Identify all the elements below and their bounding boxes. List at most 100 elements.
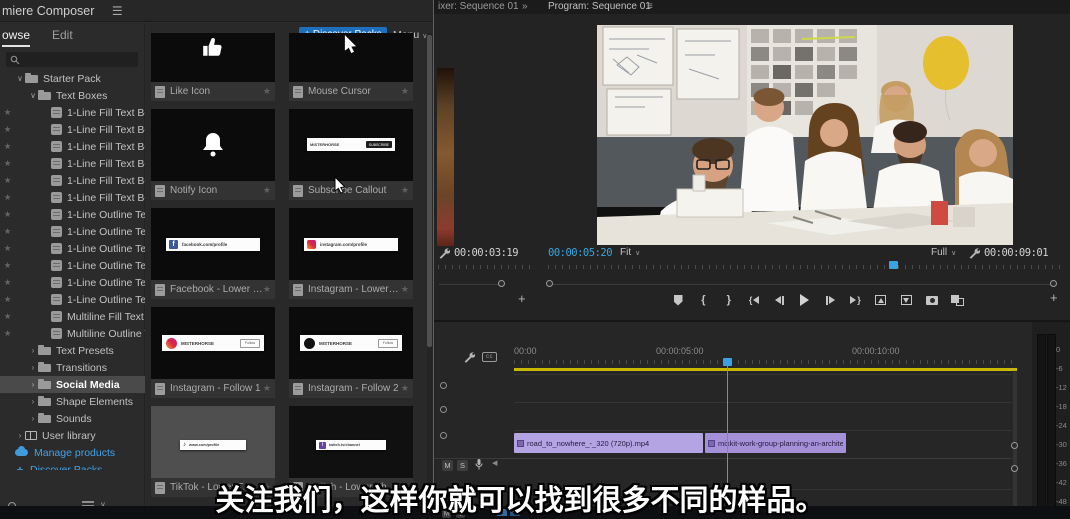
- lift-button[interactable]: [875, 293, 887, 307]
- source-add-button[interactable]: +: [518, 291, 526, 306]
- grid-scrollbar[interactable]: [427, 33, 432, 519]
- star-icon[interactable]: ★: [0, 141, 15, 152]
- chevron-right-icon[interactable]: ›: [28, 380, 38, 389]
- star-icon[interactable]: ★: [0, 107, 15, 118]
- tab-source-monitor[interactable]: ixer: Sequence 01: [438, 1, 519, 12]
- track-target-icon[interactable]: [440, 432, 447, 439]
- panel-overflow-icon[interactable]: »: [522, 1, 528, 12]
- sidebar-item-social-media[interactable]: ›Social Media: [0, 376, 145, 393]
- sidebar-item-1-line-fill-text-box-3[interactable]: ★1-Line Fill Text Box 3...: [0, 189, 145, 206]
- star-icon[interactable]: ★: [401, 86, 409, 97]
- preset-thumbnail[interactable]: ttwitch.tv/channel: [289, 406, 413, 478]
- sidebar-item-1-line-fill-text-box-1[interactable]: ★1-Line Fill Text Box 1...: [0, 104, 145, 121]
- mark-in-button[interactable]: {: [697, 293, 709, 307]
- chevron-right-icon[interactable]: ›: [28, 397, 38, 406]
- preset-thumbnail[interactable]: MISTERHORSEFollow: [289, 307, 413, 379]
- preset-thumbnail[interactable]: [151, 33, 275, 82]
- export-frame-button[interactable]: [926, 293, 938, 307]
- star-icon[interactable]: ★: [0, 226, 15, 237]
- timeline-playhead[interactable]: [723, 358, 732, 366]
- preset-card-facebook-lower-third[interactable]: ffacebook.com/profileFacebook - Lower Th…: [151, 208, 275, 299]
- program-scroll-track[interactable]: [550, 284, 1054, 285]
- sidebar-item-sounds[interactable]: ›Sounds: [0, 410, 145, 427]
- star-icon[interactable]: ★: [0, 124, 15, 135]
- star-icon[interactable]: ★: [263, 284, 271, 295]
- chevron-right-icon[interactable]: ›: [28, 363, 38, 372]
- sidebar-item-manage-products[interactable]: Manage products: [0, 444, 145, 461]
- program-timecode[interactable]: 00:00:05:20: [548, 247, 612, 259]
- program-out-timecode[interactable]: 00:00:09:01: [984, 247, 1048, 259]
- tab-browse[interactable]: owse: [2, 28, 30, 47]
- step-back-button[interactable]: [773, 293, 785, 307]
- play-button[interactable]: [799, 293, 811, 307]
- sidebar-item-1-line-outline-text[interactable]: ★1-Line Outline Text ...: [0, 223, 145, 240]
- timeline-scroll-knob[interactable]: [1011, 442, 1018, 449]
- sidebar-item-1-line-outline-text[interactable]: ★1-Line Outline Text ...: [0, 274, 145, 291]
- preset-thumbnail[interactable]: ffacebook.com/profile: [151, 208, 275, 280]
- work-area-bar[interactable]: [514, 368, 1017, 371]
- sidebar-item-multiline-fill-text-bo[interactable]: ★Multiline Fill Text Bo...: [0, 308, 145, 325]
- scrollbar-thumb[interactable]: [427, 35, 432, 347]
- chevron-down-icon[interactable]: ∨: [28, 91, 38, 100]
- sidebar-item-1-line-fill-text-box-1[interactable]: ★1-Line Fill Text Box 1...: [0, 121, 145, 138]
- wrench-icon[interactable]: [968, 247, 980, 259]
- comparison-view-button[interactable]: [951, 293, 964, 307]
- sidebar-item-1-line-fill-text-box-2[interactable]: ★1-Line Fill Text Box 2...: [0, 155, 145, 172]
- sidebar-item-shape-elements[interactable]: ›Shape Elements: [0, 393, 145, 410]
- preset-card-notify-icon[interactable]: Notify Icon★: [151, 109, 275, 200]
- star-icon[interactable]: ★: [263, 86, 271, 97]
- sidebar-item-1-line-outline-text[interactable]: ★1-Line Outline Text ...: [0, 257, 145, 274]
- program-scroll-knob-right[interactable]: [1050, 280, 1057, 287]
- program-scroll-knob-left[interactable]: [546, 280, 553, 287]
- search-input[interactable]: [6, 52, 138, 67]
- timeline-ruler[interactable]: [514, 360, 1012, 364]
- sidebar-item-transitions[interactable]: ›Transitions: [0, 359, 145, 376]
- sidebar-item-multiline-outline-te[interactable]: ★Multiline Outline Te...: [0, 325, 145, 342]
- preset-thumbnail[interactable]: [151, 109, 275, 181]
- star-icon[interactable]: ★: [0, 158, 15, 169]
- tab-edit[interactable]: Edit: [52, 28, 73, 42]
- preset-card-instagram-follow-2[interactable]: MISTERHORSEFollowInstagram - Follow 2★: [289, 307, 413, 398]
- program-add-button[interactable]: +: [1050, 290, 1058, 305]
- star-icon[interactable]: ★: [0, 277, 15, 288]
- sidebar-item-1-line-fill-text-box-3[interactable]: ★1-Line Fill Text Box 3...: [0, 172, 145, 189]
- sidebar-item-1-line-outline-text[interactable]: ★1-Line Outline Text ...: [0, 240, 145, 257]
- add-marker-button[interactable]: [672, 293, 684, 307]
- extract-button[interactable]: [900, 293, 912, 307]
- preset-thumbnail[interactable]: instagram.com/profile: [289, 208, 413, 280]
- sidebar-item-discover-packs[interactable]: +Discover Packs: [0, 461, 145, 470]
- star-icon[interactable]: ★: [401, 185, 409, 196]
- preset-card-subscribe-callout[interactable]: MISTERHORSESUBSCRIBESubscribe Callout★: [289, 109, 413, 200]
- star-icon[interactable]: ★: [401, 284, 409, 295]
- star-icon[interactable]: ★: [263, 185, 271, 196]
- chevron-down-icon[interactable]: ∨: [15, 74, 25, 83]
- star-icon[interactable]: ★: [0, 192, 15, 203]
- sidebar-item-text-presets[interactable]: ›Text Presets: [0, 342, 145, 359]
- source-scroll-knob[interactable]: [498, 280, 505, 287]
- step-forward-button[interactable]: [824, 293, 836, 307]
- preset-thumbnail[interactable]: MISTERHORSESUBSCRIBE: [289, 109, 413, 181]
- zoom-level-dropdown[interactable]: Fit∨: [620, 247, 640, 258]
- sidebar-item-1-line-outline-text[interactable]: ★1-Line Outline Text ...: [0, 206, 145, 223]
- source-scroll-track[interactable]: [439, 284, 501, 285]
- timeline-clip[interactable]: road_to_nowhere_-_320 (720p).mp4: [514, 433, 703, 453]
- chevron-right-icon[interactable]: ›: [15, 431, 25, 440]
- go-to-in-button[interactable]: {: [748, 293, 760, 307]
- preset-thumbnail[interactable]: MISTERHORSEFollow: [151, 307, 275, 379]
- wrench-icon[interactable]: [463, 351, 475, 363]
- wrench-icon[interactable]: [438, 247, 450, 259]
- chevron-right-icon[interactable]: ›: [28, 414, 38, 423]
- sidebar-item-starter-pack[interactable]: ∨Starter Pack: [0, 70, 145, 87]
- playback-resolution-dropdown[interactable]: Full∨: [931, 247, 956, 258]
- preset-card-instagram-lower-third[interactable]: instagram.com/profileInstagram - Lower T…: [289, 208, 413, 299]
- star-icon[interactable]: ★: [0, 328, 15, 339]
- panel-menu-icon[interactable]: ≡: [647, 1, 653, 12]
- star-icon[interactable]: ★: [0, 311, 15, 322]
- track-target-icon[interactable]: [440, 382, 447, 389]
- sidebar-item-1-line-fill-text-box-2[interactable]: ★1-Line Fill Text Box 2...: [0, 138, 145, 155]
- preset-card-like-icon[interactable]: Like Icon★: [151, 33, 275, 101]
- sidebar-item-user-library[interactable]: ›User library: [0, 427, 145, 444]
- microphone-icon[interactable]: [475, 459, 483, 471]
- keyframe-nav-icon[interactable]: ◀: [492, 459, 497, 467]
- preset-thumbnail[interactable]: ♪www.com/profile: [151, 406, 275, 478]
